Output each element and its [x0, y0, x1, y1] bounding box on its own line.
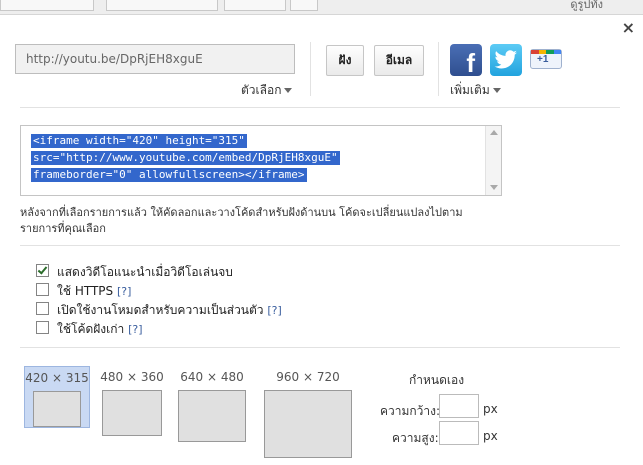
email-button[interactable]: อีเมล [374, 45, 424, 76]
option-old-embed[interactable]: ใช้โค้ดฝังเก่า [?] [36, 320, 143, 339]
custom-width-row: ความกว้าง: px [380, 394, 498, 421]
size-preview [102, 390, 162, 436]
scroll-up-icon[interactable] [490, 130, 498, 135]
divider [20, 107, 620, 108]
size-option-960x720[interactable]: 960 × 720 [262, 366, 354, 458]
option-privacy-mode[interactable]: เปิดใช้งานโหมดสำหรับความเป็นส่วนตัว [?] [36, 301, 282, 320]
more-label: เพิ่มเติม [450, 83, 490, 97]
width-label: ความกว้าง: [380, 404, 441, 418]
custom-height-row: ความสูง: px [380, 421, 498, 448]
more-dropdown[interactable]: เพิ่มเติม [450, 81, 501, 100]
height-unit: px [483, 429, 498, 443]
toolbar-button[interactable] [224, 0, 286, 11]
help-link[interactable]: [?] [128, 323, 142, 336]
chevron-down-icon [284, 88, 293, 93]
top-toolbar-strip: ดูรูปทั้ง [0, 0, 643, 15]
option-use-https[interactable]: ใช้ HTTPS [?] [36, 282, 131, 301]
size-option-480x360[interactable]: 480 × 360 [100, 366, 164, 436]
close-icon[interactable]: × [622, 20, 635, 36]
divider [310, 42, 311, 96]
size-option-640x480[interactable]: 640 × 480 [178, 366, 246, 442]
size-preview [178, 390, 246, 442]
divider [438, 42, 439, 96]
scroll-down-icon[interactable] [490, 185, 498, 190]
checkbox[interactable] [36, 264, 49, 277]
embed-button[interactable]: ฝัง [326, 45, 364, 76]
options-label: ตัวเลือก [241, 83, 282, 97]
help-link[interactable]: [?] [267, 304, 281, 317]
embed-code-textarea[interactable]: <iframe width="420" height="315" src="ht… [20, 125, 502, 196]
chevron-down-icon [492, 88, 501, 93]
share-url-input[interactable]: http://youtu.be/DpRjEH8xguE [15, 44, 295, 74]
size-option-420x315[interactable]: 420 × 315 [24, 366, 90, 428]
size-preview [33, 391, 81, 427]
code-line: src="http://www.youtube.com/embed/DpRjEH… [31, 151, 340, 165]
option-show-suggested[interactable]: แสดงวิดีโอแนะนำเมื่อวิดีโอเล่นจบ [36, 263, 233, 282]
width-unit: px [483, 402, 498, 416]
toolbar-button[interactable] [290, 0, 318, 11]
facebook-icon[interactable]: f [450, 44, 482, 78]
height-label: ความสูง: [392, 431, 439, 445]
code-line: frameborder="0" allowfullscreen></iframe… [31, 168, 307, 182]
help-link[interactable]: [?] [117, 285, 131, 298]
textarea-scrollbar[interactable] [485, 126, 501, 195]
divider [20, 347, 620, 348]
size-preview [264, 390, 352, 458]
toolbar-button[interactable] [0, 0, 94, 11]
toolbar-button[interactable] [106, 0, 218, 11]
checkbox[interactable] [36, 302, 49, 315]
embed-note: หลังจากที่เลือกรายการแล้ว ให้คัดลอกและวา… [20, 206, 463, 235]
options-dropdown[interactable]: ตัวเลือก [241, 81, 293, 100]
code-line: <iframe width="420" height="315" [31, 134, 247, 148]
twitter-icon[interactable] [490, 44, 522, 76]
custom-width-input[interactable] [439, 394, 479, 418]
google-plus-one-icon[interactable]: +1 [530, 49, 562, 69]
checkbox[interactable] [36, 283, 49, 296]
checkbox[interactable] [36, 321, 49, 334]
divider [20, 245, 620, 246]
custom-height-input[interactable] [439, 421, 479, 445]
top-strip-text: ดูรูปทั้ง [570, 0, 603, 11]
custom-size-title: กำหนดเอง [409, 373, 465, 387]
